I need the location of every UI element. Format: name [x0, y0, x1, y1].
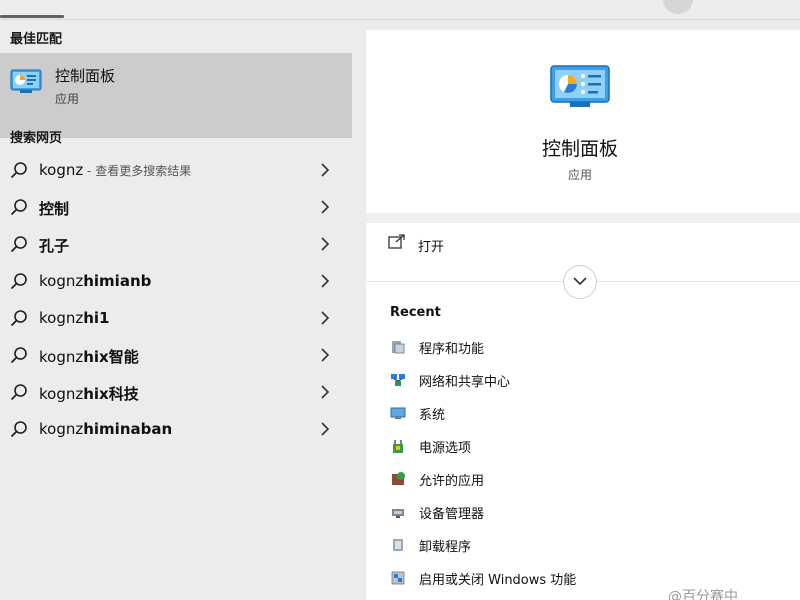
suggestion-hint: - 查看更多搜索结果 — [83, 164, 192, 178]
web-search-label: 搜索网页 — [10, 131, 63, 146]
recent-item[interactable]: 卸载程序 — [390, 532, 770, 558]
suggestion-text: kognzhimianb — [39, 272, 151, 290]
chevron-right-icon — [321, 274, 330, 288]
search-suggestion-item[interactable]: kognz - 查看更多搜索结果 — [0, 152, 352, 189]
uninstall-program-icon — [393, 539, 403, 551]
recent-item-label: 允许的应用 — [419, 474, 485, 489]
details-panel: 控制面板 应用 打开 Recent 程序和功能网络和共享中心 系统电源选项允许的应… — [366, 30, 800, 600]
chevron-right-icon — [321, 311, 330, 325]
search-icon — [10, 421, 27, 438]
recent-item[interactable]: 系统 — [390, 400, 770, 426]
recent-item[interactable]: 允许的应用 — [390, 466, 770, 492]
watermark: @百分赛中 — [668, 589, 738, 600]
recent-item[interactable]: 网络和共享中心 — [390, 367, 770, 393]
chevron-down-icon — [573, 277, 587, 286]
suggestion-prefix: kognz — [39, 348, 84, 366]
suggestion-bold: 控制 — [39, 200, 70, 218]
suggestion-bold: hi1 — [83, 309, 110, 327]
search-icon — [10, 199, 27, 216]
search-icon — [10, 162, 27, 179]
suggestion-text: 孔子 — [39, 235, 69, 256]
device-manager-icon — [392, 509, 404, 518]
recent-item-label: 网络和共享中心 — [419, 375, 511, 390]
chevron-right-icon — [321, 422, 330, 436]
search-suggestion-item[interactable]: kognzhiminaban — [0, 411, 352, 448]
recent-item-label: 系统 — [419, 408, 446, 423]
suggestion-text: 控制 — [39, 198, 69, 219]
search-suggestion-item[interactable]: kognzhimianb — [0, 263, 352, 300]
recent-item-label: 程序和功能 — [419, 342, 485, 357]
search-suggestion-item[interactable]: 控制 — [0, 189, 352, 226]
allowed-apps-icon — [392, 472, 405, 485]
search-suggestion-item[interactable]: kognzhix科技 — [0, 374, 352, 411]
app-subtitle: 应用 — [567, 168, 592, 182]
suggestion-text: kognzhiminaban — [39, 420, 172, 438]
suggestion-text: kognzhix智能 — [39, 346, 139, 367]
open-label: 打开 — [418, 240, 445, 255]
suggestion-bold: himianb — [83, 272, 152, 290]
chevron-right-icon — [321, 348, 330, 362]
search-icon — [10, 347, 27, 364]
power-options-icon — [393, 440, 403, 453]
open-icon — [388, 234, 405, 249]
app-title: 控制面板 — [541, 138, 618, 160]
best-match-title: 控制面板 — [55, 67, 116, 85]
divider — [366, 213, 800, 223]
suggestion-text: kognzhi1 — [39, 309, 110, 327]
suggestion-bold: hix科技 — [83, 385, 139, 403]
suggestion-text: kognzhix科技 — [39, 383, 139, 404]
recent-label: Recent — [390, 305, 441, 320]
search-icon — [10, 273, 27, 290]
chevron-right-icon — [321, 385, 330, 399]
search-icon — [10, 236, 27, 253]
suggestion-prefix: kognz — [39, 385, 84, 403]
chevron-right-icon — [321, 200, 330, 214]
suggestion-prefix: kognz — [39, 309, 84, 327]
open-button[interactable]: 打开 — [388, 230, 778, 260]
recent-item[interactable]: 电源选项 — [390, 433, 770, 459]
network-sharing-icon — [391, 374, 405, 386]
active-tab-indicator — [0, 15, 64, 18]
windows-features-icon — [391, 571, 405, 585]
recent-item[interactable]: 设备管理器 — [390, 499, 770, 525]
recent-item-label: 设备管理器 — [419, 507, 485, 522]
best-match-item[interactable]: 控制面板 应用 — [0, 53, 352, 138]
search-results-list: 最佳匹配 控制面板 应用 搜索网页 kognz - 查看更多搜索结果 控制 孔子 ko… — [0, 20, 352, 600]
suggestion-bold: himinaban — [83, 420, 173, 438]
suggestion-bold: 孔子 — [39, 237, 70, 255]
chevron-right-icon — [321, 237, 330, 251]
search-suggestion-item[interactable]: kognzhi1 — [0, 300, 352, 337]
chevron-right-icon — [321, 163, 330, 177]
best-match-label: 最佳匹配 — [10, 32, 63, 47]
recent-item-label: 卸载程序 — [419, 540, 472, 555]
suggestion-bold: hix智能 — [83, 348, 139, 366]
suggestion-text: kognz - 查看更多搜索结果 — [39, 161, 191, 179]
control-panel-icon — [550, 65, 610, 107]
search-icon — [10, 310, 27, 327]
search-suggestion-item[interactable]: 孔子 — [0, 226, 352, 263]
control-panel-icon — [10, 69, 42, 93]
suggestion-prefix: kognz — [39, 272, 84, 290]
search-icon — [10, 384, 27, 401]
suggestion-prefix: kognz — [39, 420, 84, 438]
suggestion-prefix: kognz — [39, 161, 84, 179]
expand-button[interactable] — [563, 265, 597, 299]
system-icon — [390, 407, 406, 419]
search-suggestion-item[interactable]: kognzhix智能 — [0, 337, 352, 374]
recent-item-label: 电源选项 — [419, 441, 472, 456]
recent-item-label: 启用或关闭 Windows 功能 — [419, 573, 577, 588]
programs-features-icon — [392, 341, 405, 354]
recent-item[interactable]: 程序和功能 — [390, 334, 770, 360]
best-match-subtitle: 应用 — [55, 92, 80, 106]
